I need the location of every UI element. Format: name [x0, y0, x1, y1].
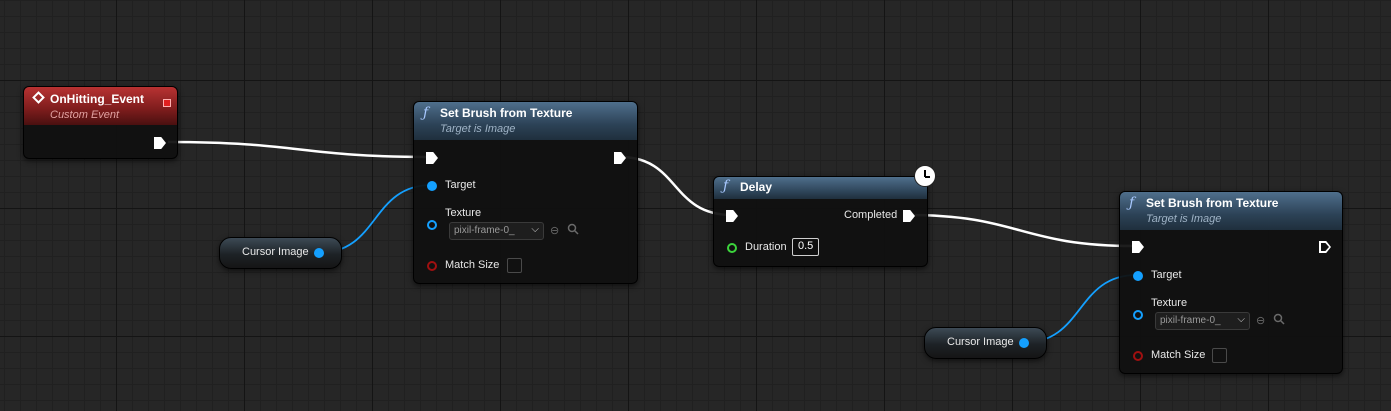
- event-diamond-icon: [32, 91, 45, 104]
- event-exec-out-pin[interactable]: [154, 137, 166, 149]
- set-brush-2-texture-label: Texture: [1151, 297, 1188, 309]
- set-brush-1-exec-in-pin[interactable]: [426, 152, 438, 164]
- set-brush-2-target-pin[interactable]: [1133, 271, 1143, 281]
- chevron-down-icon: ⌵: [531, 224, 539, 235]
- delay-duration-input[interactable]: 0.5: [792, 238, 820, 256]
- delay-node[interactable]: ƒ Delay Completed Duration 0.5: [713, 176, 928, 267]
- set-brush-1-texture-pin[interactable]: [427, 220, 437, 230]
- set-brush-2-texture-pin[interactable]: [1133, 310, 1143, 320]
- set-brush-1-match-size-label: Match Size: [445, 259, 500, 271]
- exec-wire-delay-to-brush2: [907, 213, 1136, 248]
- set-brush-from-texture-node-2[interactable]: ƒ Set Brush from Texture Target is Image…: [1119, 191, 1343, 374]
- set-brush-2-texture-value: pixil-frame-0_: [1160, 315, 1221, 326]
- cursor-image-var-1-label: Cursor Image: [242, 246, 309, 258]
- delay-header[interactable]: ƒ Delay: [714, 177, 927, 199]
- set-brush-1-texture-value: pixil-frame-0_: [454, 225, 515, 236]
- event-node-title: OnHitting_Event: [50, 92, 145, 106]
- set-brush-2-exec-in-pin[interactable]: [1132, 241, 1144, 253]
- set-brush-1-title: Set Brush from Texture: [440, 106, 573, 120]
- set-brush-1-match-size-checkbox[interactable]: [507, 258, 522, 273]
- set-brush-1-target-label: Target: [445, 179, 476, 191]
- function-icon: ƒ: [1129, 195, 1135, 211]
- set-brush-2-target-label: Target: [1151, 269, 1182, 281]
- cursor-image-var-2-out-pin[interactable]: [1019, 338, 1029, 348]
- event-node-header[interactable]: OnHitting_Event Custom Event: [24, 87, 177, 125]
- use-selected-asset-icon[interactable]: ⊖: [1256, 314, 1265, 327]
- set-brush-2-match-size-label: Match Size: [1151, 349, 1206, 361]
- set-brush-2-title: Set Brush from Texture: [1146, 196, 1279, 210]
- set-brush-2-header[interactable]: ƒ Set Brush from Texture Target is Image: [1120, 192, 1342, 230]
- set-brush-1-exec-out-pin[interactable]: [614, 152, 626, 164]
- set-brush-2-match-size-checkbox[interactable]: [1212, 348, 1227, 363]
- delay-duration-pin[interactable]: [727, 243, 737, 253]
- latent-clock-icon: [914, 165, 936, 187]
- delay-title: Delay: [740, 180, 773, 194]
- custom-event-node[interactable]: OnHitting_Event Custom Event: [23, 86, 178, 159]
- browse-asset-search-icon[interactable]: [1273, 313, 1285, 328]
- chevron-down-icon: ⌵: [1237, 314, 1245, 325]
- delay-completed-exec-out-pin[interactable]: [903, 210, 915, 222]
- set-brush-1-subtitle: Target is Image: [440, 123, 516, 135]
- exec-wire-event-to-brush1: [167, 140, 431, 159]
- function-icon: ƒ: [723, 178, 729, 194]
- cursor-image-variable-node-2[interactable]: Cursor Image: [924, 327, 1047, 359]
- set-brush-2-match-size-pin[interactable]: [1133, 351, 1143, 361]
- set-brush-1-header[interactable]: ƒ Set Brush from Texture Target is Image: [414, 102, 637, 140]
- set-brush-1-match-size-pin[interactable]: [427, 261, 437, 271]
- set-brush-2-exec-out-pin[interactable]: [1319, 241, 1331, 253]
- set-brush-1-target-pin[interactable]: [427, 181, 437, 191]
- set-brush-from-texture-node-1[interactable]: ƒ Set Brush from Texture Target is Image…: [413, 101, 638, 284]
- cursor-image-var-2-label: Cursor Image: [947, 336, 1014, 348]
- set-brush-1-texture-dropdown[interactable]: pixil-frame-0_ ⌵: [449, 222, 544, 240]
- delay-duration-label: Duration: [745, 241, 787, 253]
- browse-asset-search-icon[interactable]: [567, 223, 579, 238]
- function-icon: ƒ: [423, 105, 429, 121]
- event-delegate-pin[interactable]: [163, 99, 171, 107]
- event-node-subtitle: Custom Event: [50, 109, 120, 121]
- delay-exec-in-pin[interactable]: [726, 210, 738, 222]
- use-selected-asset-icon[interactable]: ⊖: [550, 224, 559, 237]
- set-brush-1-texture-label: Texture: [445, 207, 482, 219]
- cursor-image-var-1-out-pin[interactable]: [314, 248, 324, 258]
- cursor-image-variable-node-1[interactable]: Cursor Image: [219, 237, 342, 269]
- set-brush-2-texture-dropdown[interactable]: pixil-frame-0_ ⌵: [1155, 312, 1250, 330]
- set-brush-2-subtitle: Target is Image: [1146, 213, 1222, 225]
- delay-completed-label: Completed: [844, 209, 898, 221]
